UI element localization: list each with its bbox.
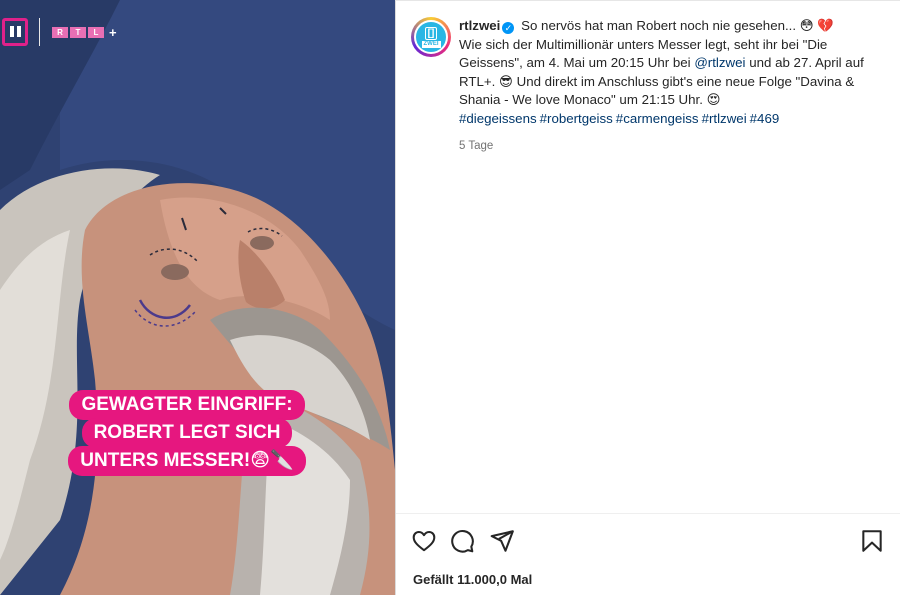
overlay-line-3: UNTERS MESSER!😨🔪 <box>68 446 306 476</box>
rtlzwei-avatar-icon: [] ZWEI <box>414 20 448 54</box>
verified-badge-icon: ✓ <box>502 22 515 34</box>
heart-icon[interactable] <box>411 528 437 554</box>
instagram-post: R T L + GEWAGTER EINGRIFF: ROBERT LEGT S… <box>0 0 900 595</box>
logo-divider <box>39 18 40 46</box>
post-info-panel: [] ZWEI rtlzwei ✓ So nervös hat man Rober… <box>395 0 900 595</box>
actions-divider <box>396 513 900 514</box>
rtl-letter-l: L <box>88 26 104 38</box>
rtl-letter-r: R <box>52 26 68 38</box>
share-icon[interactable] <box>489 528 515 554</box>
comment-icon[interactable] <box>449 528 475 554</box>
hashtag-link[interactable]: #diegeissens <box>459 111 537 126</box>
avatar[interactable]: [] ZWEI <box>411 17 451 57</box>
bookmark-icon[interactable] <box>859 528 885 554</box>
likes-count[interactable]: Gefällt 11.000,0 Mal <box>413 572 532 587</box>
action-bar <box>411 528 886 554</box>
overlay-line-1: GEWAGTER EINGRIFF: <box>69 390 305 420</box>
rtl-letter-t: T <box>70 26 86 38</box>
rtl-plus-sign: + <box>109 24 117 40</box>
hashtag-list: #diegeissens #robertgeiss #carmengeiss #rtl… <box>459 111 782 126</box>
rtlzwei-logo-icon <box>2 18 28 46</box>
hashtag-link[interactable]: #469 <box>750 111 780 126</box>
caption-text-1: So nervös hat man Robert noch nie gesehe… <box>521 18 834 33</box>
caption-row: [] ZWEI rtlzwei ✓ So nervös hat man Rober… <box>411 17 891 156</box>
post-media[interactable]: R T L + GEWAGTER EINGRIFF: ROBERT LEGT S… <box>0 0 395 595</box>
hashtag-link[interactable]: #carmengeiss <box>616 111 699 126</box>
username-link[interactable]: rtlzwei <box>459 18 500 33</box>
hashtag-link[interactable]: #robertgeiss <box>540 111 613 126</box>
post-timestamp[interactable]: 5 Tage <box>459 137 869 156</box>
post-caption: rtlzwei ✓ So nervös hat man Robert noch n… <box>459 17 869 156</box>
mention-link[interactable]: @rtlzwei <box>694 55 745 70</box>
post-photo <box>0 0 395 595</box>
overlay-line-2: ROBERT LEGT SICH <box>81 418 293 448</box>
hashtag-link[interactable]: #rtlzwei <box>702 111 747 126</box>
rtl-plus-logo: R T L + <box>52 24 117 40</box>
overlay-caption: GEWAGTER EINGRIFF: ROBERT LEGT SICH UNTE… <box>52 390 322 476</box>
